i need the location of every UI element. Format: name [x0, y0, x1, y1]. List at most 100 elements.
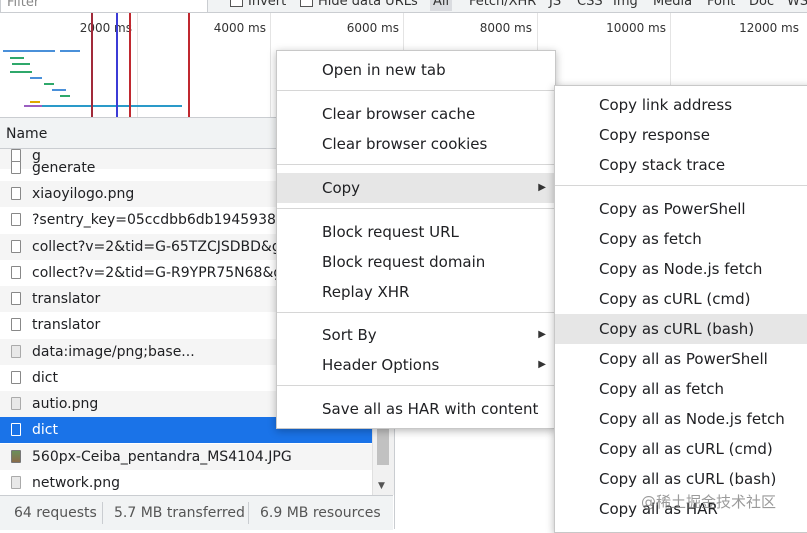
menu-item-copy-all-as-curl-cmd[interactable]: Copy all as cURL (cmd)	[555, 434, 807, 464]
menu-item-clear-browser-cookies[interactable]: Clear browser cookies	[277, 129, 555, 159]
timeline-tick-label: 10000 ms	[606, 21, 666, 35]
timeline-gridline	[270, 13, 271, 117]
request-name: 560px-Ceiba_pentandra_MS4104.JPG	[32, 449, 292, 465]
request-name: network.png	[32, 475, 120, 491]
document-icon	[11, 213, 21, 226]
document-icon	[11, 161, 21, 174]
load-event-line	[91, 13, 93, 117]
status-bar: 64 requests 5.7 MB transferred 6.9 MB re…	[0, 495, 393, 530]
menu-separator	[277, 385, 555, 386]
type-filter-all[interactable]: All	[430, 0, 453, 11]
menu-item-copy-as-curl-bash[interactable]: Copy as cURL (bash)	[555, 314, 807, 344]
invert-checkbox[interactable]: Invert	[230, 0, 286, 11]
timeline-request-bar	[30, 77, 42, 79]
load-event-line	[129, 13, 131, 117]
type-filter-ws[interactable]: WS	[784, 0, 807, 11]
menu-item-copy-as-fetch[interactable]: Copy as fetch	[555, 224, 807, 254]
submenu-arrow-icon: ▶	[538, 359, 546, 370]
timeline-request-bar	[52, 89, 66, 91]
menu-item-copy-all-as-fetch[interactable]: Copy all as fetch	[555, 374, 807, 404]
type-filter-img[interactable]: Img	[610, 0, 641, 11]
menu-item-block-request-domain[interactable]: Block request domain	[277, 247, 555, 277]
type-filter-font[interactable]: Font	[704, 0, 738, 11]
filter-toolbar: Filter Invert Hide data URLs All Fetch/X…	[0, 0, 807, 13]
menu-item-copy[interactable]: Copy ▶	[277, 173, 555, 203]
type-filter-doc[interactable]: Doc	[746, 0, 777, 11]
resources-size: 6.9 MB resources	[260, 505, 381, 521]
document-icon	[11, 266, 21, 279]
photo-icon	[11, 450, 21, 463]
copy-submenu: Copy link address Copy response Copy sta…	[554, 85, 807, 533]
menu-item-replay-xhr[interactable]: Replay XHR	[277, 277, 555, 307]
divider	[248, 502, 249, 524]
menu-item-copy-as-powershell[interactable]: Copy as PowerShell	[555, 194, 807, 224]
context-menu: Open in new tab Clear browser cache Clea…	[276, 50, 556, 429]
menu-item-copy-as-nodejs-fetch[interactable]: Copy as Node.js fetch	[555, 254, 807, 284]
timeline-request-bar	[30, 101, 40, 103]
request-name: collect?v=2&tid=G-R9YPR75N68&gtm	[32, 265, 302, 281]
menu-item-copy-all-as-curl-bash[interactable]: Copy all as cURL (bash)	[555, 464, 807, 494]
menu-item-copy-stack-trace[interactable]: Copy stack trace	[555, 150, 807, 180]
document-icon	[11, 292, 21, 305]
hide-data-urls-checkbox[interactable]: Hide data URLs	[300, 0, 418, 11]
request-name: autio.png	[32, 396, 99, 412]
menu-item-open-in-new-tab[interactable]: Open in new tab	[277, 55, 555, 85]
submenu-arrow-icon: ▶	[538, 329, 546, 340]
dom-content-loaded-line	[116, 13, 118, 117]
timeline-request-bar	[44, 83, 54, 85]
timeline-tick-label: 12000 ms	[739, 21, 799, 35]
type-filter-css[interactable]: CSS	[574, 0, 606, 11]
request-name: generate	[32, 160, 96, 176]
request-name: xiaoyilogo.png	[32, 186, 135, 202]
document-icon	[11, 240, 21, 253]
menu-item-copy-all-as-nodejs-fetch[interactable]: Copy all as Node.js fetch	[555, 404, 807, 434]
checkbox-icon	[230, 0, 243, 7]
menu-separator	[277, 208, 555, 209]
menu-item-block-request-url[interactable]: Block request URL	[277, 217, 555, 247]
timeline-request-bar	[60, 50, 80, 52]
menu-item-copy-response[interactable]: Copy response	[555, 120, 807, 150]
timeline-gridline	[137, 13, 138, 117]
request-name: data:image/png;base...	[32, 344, 195, 360]
menu-item-copy-as-curl-cmd[interactable]: Copy as cURL (cmd)	[555, 284, 807, 314]
scroll-down-arrow-icon[interactable]: ▼	[378, 481, 385, 491]
image-icon	[11, 476, 21, 489]
load-event-line	[188, 13, 190, 117]
timeline-request-bar	[24, 105, 42, 107]
filter-input[interactable]: Filter	[0, 0, 208, 12]
menu-item-sort-by[interactable]: Sort By ▶	[277, 320, 555, 350]
transferred-size: 5.7 MB transferred	[114, 505, 245, 521]
type-filter-js[interactable]: JS	[546, 0, 564, 11]
type-filter-media[interactable]: Media	[650, 0, 695, 11]
menu-item-clear-browser-cache[interactable]: Clear browser cache	[277, 99, 555, 129]
timeline-tick-label: 8000 ms	[479, 21, 532, 35]
timeline-tick-label: 6000 ms	[346, 21, 399, 35]
document-icon	[11, 187, 21, 200]
table-row[interactable]: 560px-Ceiba_pentandra_MS4104.JPG	[0, 444, 372, 470]
timeline-request-bar	[10, 57, 24, 59]
menu-separator	[277, 90, 555, 91]
table-row[interactable]: network.png	[0, 470, 372, 495]
timeline-tick-label: 4000 ms	[213, 21, 266, 35]
divider	[102, 502, 103, 524]
image-icon	[11, 345, 21, 358]
timeline-request-bar	[60, 95, 70, 97]
menu-separator	[555, 185, 807, 186]
type-filter-fetch-xhr[interactable]: Fetch/XHR	[466, 0, 539, 11]
request-name: dict	[32, 370, 58, 386]
document-icon	[11, 371, 21, 384]
menu-item-header-options[interactable]: Header Options ▶	[277, 350, 555, 380]
menu-separator	[277, 164, 555, 165]
document-icon	[11, 423, 21, 436]
timeline-request-bar	[12, 63, 30, 65]
image-icon	[11, 397, 21, 410]
timeline-request-bar	[10, 71, 32, 73]
timeline-tick-label: 2000 ms	[79, 21, 132, 35]
request-name: collect?v=2&tid=G-65TZCJSDBD&gtm	[32, 239, 300, 255]
menu-item-copy-all-as-powershell[interactable]: Copy all as PowerShell	[555, 344, 807, 374]
timeline-request-bar	[3, 50, 55, 52]
menu-item-save-all-as-har[interactable]: Save all as HAR with content	[277, 394, 555, 424]
request-count: 64 requests	[14, 505, 97, 521]
menu-item-copy-link-address[interactable]: Copy link address	[555, 90, 807, 120]
checkbox-icon	[300, 0, 313, 7]
